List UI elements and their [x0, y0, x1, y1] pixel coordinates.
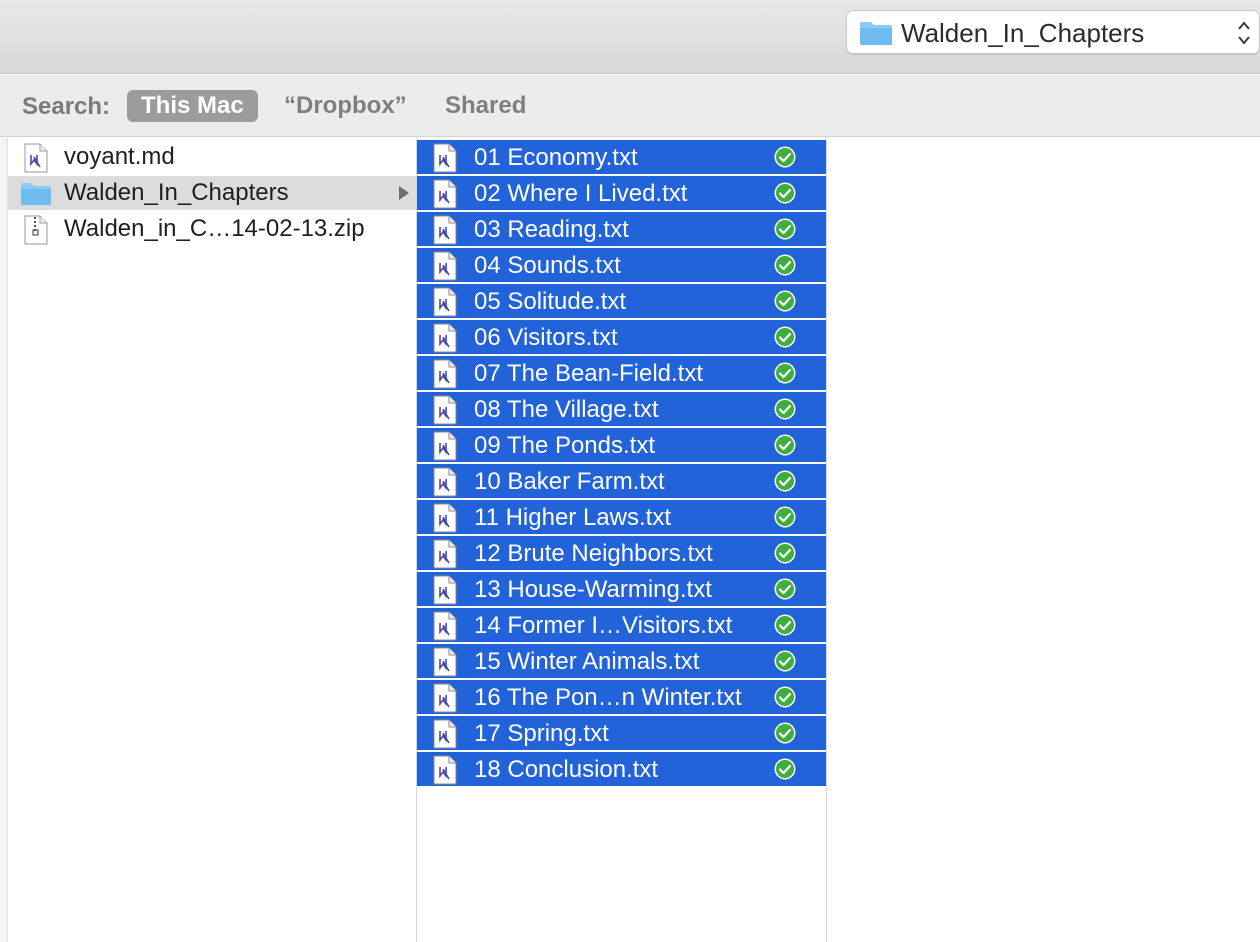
synced-check-icon [774, 578, 796, 600]
synced-check-icon [774, 290, 796, 312]
item-name: Walden_In_Chapters [64, 179, 289, 206]
file-name: 14 Former I…Visitors.txt [474, 612, 733, 639]
text-document-icon [433, 323, 457, 353]
text-document-icon [433, 395, 457, 425]
synced-check-icon [774, 146, 796, 168]
scope-this-mac-button[interactable]: This Mac [127, 90, 258, 122]
synced-check-icon [774, 686, 796, 708]
synced-check-icon [774, 758, 796, 780]
browser-column-2[interactable]: 01 Economy.txt 02 Where I Lived.txt 03 Rea… [417, 138, 827, 942]
column-edge [0, 138, 8, 942]
file-row[interactable]: 13 House-Warming.txt [417, 572, 826, 608]
file-name: 05 Solitude.txt [474, 288, 627, 315]
zip-archive-icon [24, 215, 48, 245]
list-item[interactable]: Walden_in_C…14-02-13.zip [8, 212, 416, 246]
text-document-icon [433, 503, 457, 533]
text-document-icon [433, 287, 457, 317]
synced-check-icon [774, 722, 796, 744]
text-document-icon [433, 467, 457, 497]
search-label: Search: [22, 93, 111, 120]
folder-icon [859, 20, 893, 46]
toolbar: Walden_In_Chapters [0, 0, 1260, 74]
synced-check-icon [774, 506, 796, 528]
file-row[interactable]: 12 Brute Neighbors.txt [417, 536, 826, 572]
file-row[interactable]: 10 Baker Farm.txt [417, 464, 826, 500]
synced-check-icon [774, 362, 796, 384]
disclosure-triangle-icon [398, 185, 410, 201]
file-row[interactable]: 03 Reading.txt [417, 212, 826, 248]
file-row[interactable]: 11 Higher Laws.txt [417, 500, 826, 536]
item-name: Walden_in_C…14-02-13.zip [64, 215, 365, 242]
text-document-icon [433, 719, 457, 749]
synced-check-icon [774, 470, 796, 492]
up-down-chevron-icon [1235, 19, 1253, 47]
file-name: 12 Brute Neighbors.txt [474, 540, 713, 567]
location-popup-button[interactable]: Walden_In_Chapters [846, 10, 1260, 54]
file-row[interactable]: 04 Sounds.txt [417, 248, 826, 284]
file-name: 06 Visitors.txt [474, 324, 618, 351]
file-name: 03 Reading.txt [474, 216, 629, 243]
file-name: 17 Spring.txt [474, 720, 609, 747]
file-row[interactable]: 16 The Pon…n Winter.txt [417, 680, 826, 716]
text-document-icon [433, 755, 457, 785]
file-name: 10 Baker Farm.txt [474, 468, 665, 495]
synced-check-icon [774, 434, 796, 456]
file-name: 16 The Pon…n Winter.txt [474, 684, 742, 711]
text-document-icon [433, 431, 457, 461]
text-document-icon [433, 215, 457, 245]
file-name: 15 Winter Animals.txt [474, 648, 700, 675]
text-document-icon [433, 647, 457, 677]
synced-check-icon [774, 218, 796, 240]
scope-shared-button[interactable]: Shared [431, 90, 540, 122]
file-name: 07 The Bean-Field.txt [474, 360, 704, 387]
location-label: Walden_In_Chapters [901, 18, 1145, 48]
file-name: 04 Sounds.txt [474, 252, 621, 279]
file-row[interactable]: 15 Winter Animals.txt [417, 644, 826, 680]
text-document-icon [433, 575, 457, 605]
item-name: voyant.md [64, 143, 175, 170]
file-row[interactable]: 01 Economy.txt [417, 140, 826, 176]
scope-dropbox-button[interactable]: “Dropbox” [270, 90, 421, 122]
text-document-icon [24, 143, 48, 173]
file-row[interactable]: 05 Solitude.txt [417, 284, 826, 320]
file-name: 08 The Village.txt [474, 396, 659, 423]
text-document-icon [433, 611, 457, 641]
synced-check-icon [774, 614, 796, 636]
file-row[interactable]: 09 The Ponds.txt [417, 428, 826, 464]
text-document-icon [433, 143, 457, 173]
folder-icon [20, 182, 52, 212]
list-item-selected-folder[interactable]: Walden_In_Chapters [8, 176, 416, 210]
synced-check-icon [774, 650, 796, 672]
file-row[interactable]: 07 The Bean-Field.txt [417, 356, 826, 392]
text-document-icon [433, 683, 457, 713]
file-name: 18 Conclusion.txt [474, 756, 659, 783]
browser-column-1[interactable]: voyant.md Walden_In_Chapters Walden_in_C… [8, 138, 417, 942]
file-name: 11 Higher Laws.txt [474, 504, 671, 531]
file-row[interactable]: 08 The Village.txt [417, 392, 826, 428]
file-name: 01 Economy.txt [474, 144, 638, 171]
file-row[interactable]: 02 Where I Lived.txt [417, 176, 826, 212]
file-name: 09 The Ponds.txt [474, 432, 656, 459]
synced-check-icon [774, 398, 796, 420]
synced-check-icon [774, 542, 796, 564]
file-row[interactable]: 18 Conclusion.txt [417, 752, 826, 788]
file-name: 02 Where I Lived.txt [474, 180, 688, 207]
file-row[interactable]: 17 Spring.txt [417, 716, 826, 752]
text-document-icon [433, 359, 457, 389]
synced-check-icon [774, 326, 796, 348]
synced-check-icon [774, 254, 796, 276]
file-name: 13 House-Warming.txt [474, 576, 712, 603]
file-row[interactable]: 06 Visitors.txt [417, 320, 826, 356]
file-row[interactable]: 14 Former I…Visitors.txt [417, 608, 826, 644]
synced-check-icon [774, 182, 796, 204]
search-scope-bar: Search: This Mac “Dropbox” Shared [0, 75, 1260, 137]
list-item[interactable]: voyant.md [8, 140, 416, 174]
text-document-icon [433, 251, 457, 281]
text-document-icon [433, 539, 457, 569]
text-document-icon [433, 179, 457, 209]
